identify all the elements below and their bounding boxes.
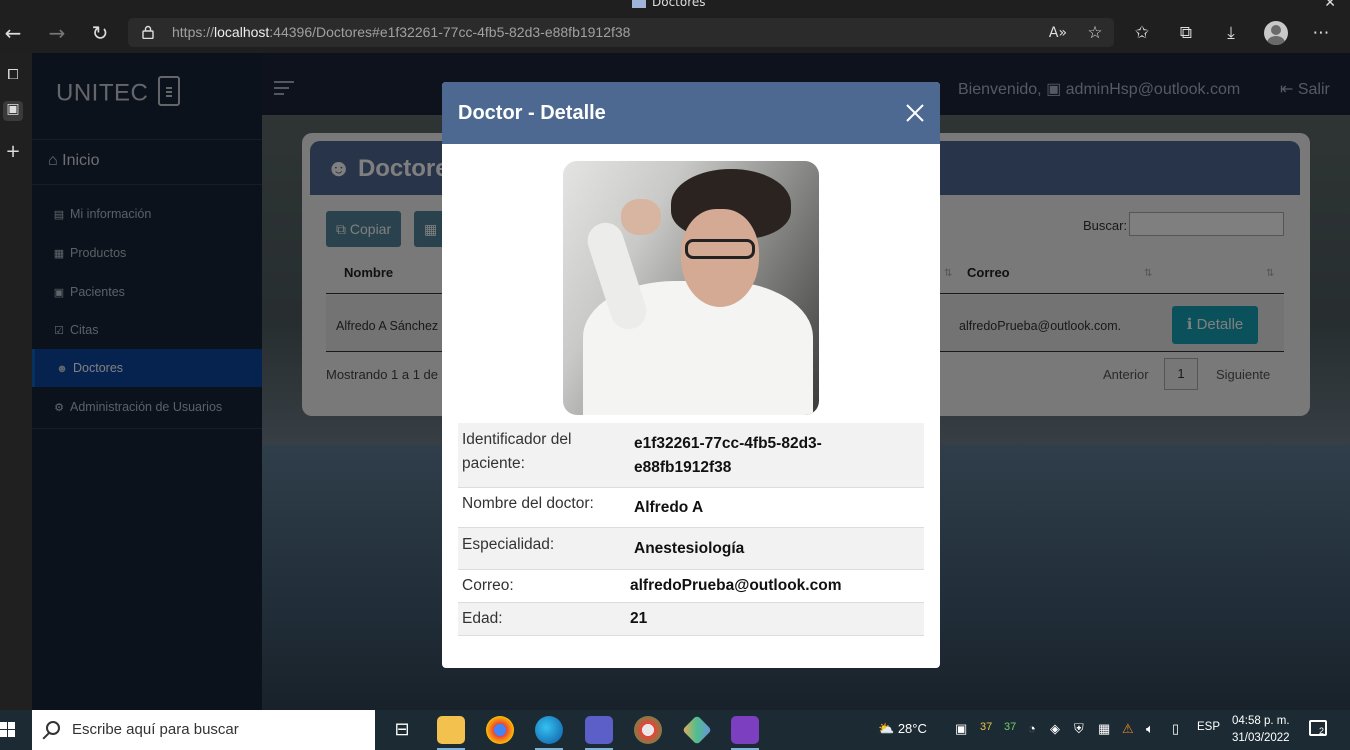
teams-tray-icon[interactable]: ▦ — [1098, 721, 1110, 737]
detail-row-nombre: Nombre del doctor: Alfredo A — [458, 488, 924, 528]
tray-badge-b[interactable]: 37 — [1004, 721, 1016, 733]
git-app-icon[interactable] — [682, 715, 712, 745]
detail-label: Correo: — [462, 577, 514, 594]
address-bar[interactable]: https://localhost:44396/Doctores#e1f3226… — [128, 18, 1114, 47]
new-tab-icon[interactable]: + — [3, 141, 23, 162]
visual-studio-icon[interactable] — [731, 716, 759, 750]
os-taskbar: Escribe aquí para buscar ⊟ ⛅ 28°C ▣ 37 3… — [0, 710, 1350, 750]
task-view-icon[interactable]: ⊟ — [388, 716, 416, 744]
favorite-add-icon[interactable]: ☆ — [1082, 20, 1108, 46]
tray-badge-a[interactable]: 37 — [980, 721, 992, 733]
more-menu-icon[interactable]: ⋯ — [1308, 20, 1334, 46]
shield-icon[interactable]: ⛨ — [1074, 721, 1084, 737]
language-indicator[interactable]: ESP — [1197, 721, 1220, 733]
notification-count: 2 — [1319, 726, 1325, 736]
clock[interactable]: 04:58 p. m. 31/03/2022 — [1232, 713, 1290, 747]
detail-row-edad: Edad: 21 — [458, 603, 924, 636]
doctor-detail-modal: Doctor - Detalle Identificador del pacie… — [442, 82, 940, 668]
favorites-icon[interactable]: ✩ — [1129, 20, 1155, 46]
modal-header: Doctor - Detalle — [442, 82, 940, 144]
notifications-icon[interactable]: 2 — [1309, 720, 1327, 736]
taskbar-search[interactable]: Escribe aquí para buscar — [32, 710, 375, 750]
reload-icon[interactable]: ↻ — [87, 20, 113, 46]
downloads-icon[interactable]: ⤓ — [1218, 20, 1244, 46]
tab-actions-icon[interactable]: ⧠ — [3, 67, 23, 87]
close-icon[interactable] — [904, 102, 926, 124]
windows-start-icon[interactable] — [0, 722, 16, 738]
tray-orange-icon[interactable]: ⚠ — [1122, 721, 1134, 737]
vertical-tab-strip: ⧠ ▣ + — [0, 53, 32, 710]
forward-icon[interactable]: → — [44, 20, 70, 46]
detail-row-correo: Correo: alfredoPrueba@outlook.com — [458, 570, 924, 603]
chrome-icon[interactable] — [486, 716, 514, 744]
detail-label: Nombre del doctor: — [462, 495, 594, 512]
detail-row-especialidad: Especialidad: Anestesiología — [458, 528, 924, 570]
edge-icon[interactable] — [535, 716, 563, 750]
search-icon — [46, 721, 60, 735]
detail-value: e1f32261-77cc-4fb5-82d3-e88fb1912f38 — [634, 435, 822, 476]
modal-title: Doctor - Detalle — [458, 102, 606, 124]
url-text: https://localhost:44396/Doctores#e1f3226… — [172, 24, 631, 40]
detail-label: Especialidad: — [462, 536, 555, 553]
clock-date: 31/03/2022 — [1232, 732, 1290, 744]
wifi-icon[interactable]: ◔ — [1028, 721, 1036, 736]
file-explorer-icon[interactable] — [437, 716, 465, 750]
detail-value: 21 — [630, 610, 648, 627]
browser-toolbar: ← → ↻ https://localhost:44396/Doctores#e… — [0, 12, 1350, 53]
tray-app-icon[interactable]: ▣ — [955, 721, 967, 737]
detail-label: Identificador del paciente: — [462, 431, 572, 472]
teams-icon[interactable] — [585, 716, 613, 750]
weather-icon: ⛅ — [878, 721, 895, 736]
doctor-photo — [563, 161, 819, 415]
back-icon[interactable]: ← — [0, 20, 26, 46]
window-title: Doctores — [632, 0, 706, 9]
active-tab-icon[interactable]: ▣ — [3, 101, 23, 121]
profile-avatar[interactable] — [1264, 21, 1288, 45]
taskbar-search-placeholder: Escribe aquí para buscar — [72, 721, 239, 738]
detail-row-identificador: Identificador del paciente: e1f32261-77c… — [458, 423, 924, 488]
detail-value: alfredoPrueba@outlook.com — [630, 577, 842, 594]
window-close-icon[interactable]: ✕ — [1324, 0, 1336, 11]
clock-time: 04:58 p. m. — [1232, 715, 1290, 727]
window-title-bar: Doctores ✕ — [0, 0, 1350, 12]
network-icon[interactable]: ◈ — [1050, 721, 1060, 737]
lock-icon — [142, 25, 154, 39]
detail-value: Alfredo A — [634, 499, 704, 516]
battery-icon[interactable]: ▯ — [1172, 721, 1179, 737]
detail-value: Anestesiología — [634, 540, 745, 557]
page-favicon-icon — [632, 0, 646, 8]
collections-icon[interactable]: ⧉ — [1173, 20, 1199, 46]
detail-label: Edad: — [462, 610, 503, 627]
volume-icon[interactable]: 🔈︎ — [1146, 721, 1154, 737]
read-aloud-icon[interactable]: A» — [1045, 20, 1071, 46]
chrome-profile-icon[interactable] — [634, 716, 662, 744]
weather-widget[interactable]: ⛅ 28°C — [878, 721, 927, 737]
